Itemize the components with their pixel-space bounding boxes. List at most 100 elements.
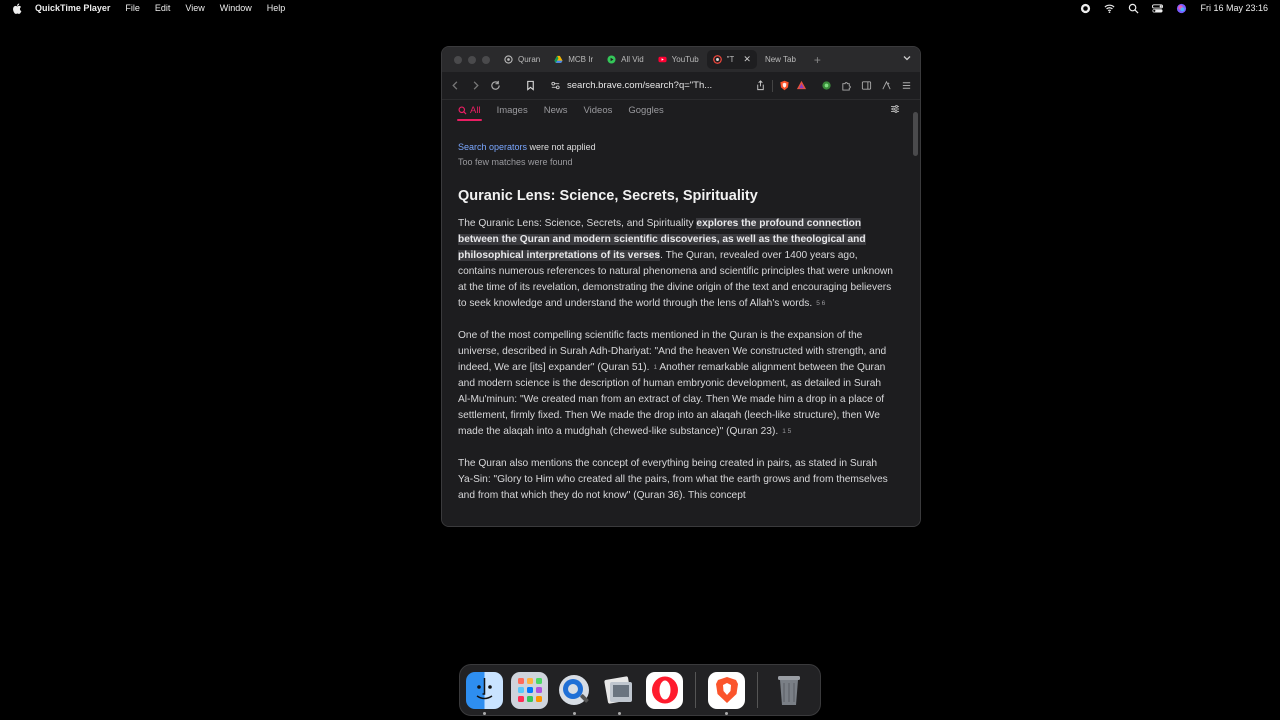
extension-green-icon[interactable] — [821, 80, 832, 91]
answer-paragraph-3: The Quran also mentions the concept of e… — [458, 458, 888, 501]
running-indicator — [483, 711, 486, 715]
spotlight-search-icon[interactable] — [1128, 3, 1139, 14]
menu-bar: QuickTime Player File Edit View Window H… — [0, 0, 1280, 16]
dock-separator — [757, 672, 758, 708]
finder-icon — [476, 677, 493, 699]
tab-mcb[interactable]: MCB Ir — [548, 50, 599, 69]
google-drive-icon — [554, 55, 563, 63]
reload-icon[interactable] — [490, 80, 501, 91]
brave-shields-icon[interactable] — [779, 80, 790, 91]
tab-label: New Tab — [764, 55, 796, 64]
tab-news[interactable]: News — [544, 105, 568, 116]
answer-text: The Quranic Lens: Science, Secrets, and … — [458, 218, 697, 229]
opera-icon — [651, 676, 678, 704]
close-tab-icon[interactable]: ✕ — [743, 54, 751, 65]
answer-paragraph-1: The Quranic Lens: Science, Secrets, and … — [458, 216, 894, 312]
dock-preview[interactable] — [601, 672, 638, 715]
brave-rewards-icon[interactable] — [796, 80, 807, 91]
launchpad-grid-icon — [517, 678, 542, 702]
apple-icon[interactable] — [12, 2, 22, 14]
bookmark-icon[interactable] — [525, 80, 536, 91]
dock-separator — [695, 672, 696, 708]
search-icon — [458, 105, 467, 115]
search-results-page: All Images News Videos Goggles Search op… — [442, 100, 920, 526]
tab-new-tab[interactable]: New Tab — [759, 50, 802, 69]
wifi-icon[interactable] — [1104, 3, 1115, 14]
ai-answer: Quranic Lens: Science, Secrets, Spiritua… — [442, 188, 920, 504]
few-matches-text: Too few matches were found — [458, 157, 573, 167]
close-window-button[interactable] — [454, 55, 462, 64]
tab-images[interactable]: Images — [497, 105, 528, 116]
tab-youtube[interactable]: YouTub — [652, 50, 705, 69]
search-operators-link[interactable]: Search operators — [458, 142, 527, 152]
quran-favicon-icon — [504, 55, 513, 64]
dock-quicktime[interactable] — [556, 672, 593, 715]
forward-arrow-icon[interactable] — [470, 80, 481, 91]
running-indicator — [573, 711, 576, 715]
menu-app-name[interactable]: QuickTime Player — [35, 3, 110, 13]
zoom-window-button[interactable] — [482, 55, 490, 64]
menu-hamburger-icon[interactable] — [901, 80, 912, 91]
tab-label: MCB Ir — [568, 55, 594, 64]
answer-title: Quranic Lens: Science, Secrets, Spiritua… — [458, 188, 758, 204]
youtube-icon — [658, 56, 667, 63]
tab-all[interactable]: All — [457, 104, 482, 121]
tab-quran[interactable]: Quran — [498, 50, 546, 69]
dock-launchpad[interactable] — [511, 671, 548, 709]
dock-brave[interactable] — [708, 671, 745, 715]
menu-file[interactable]: File — [125, 3, 140, 13]
filter-settings-icon[interactable] — [890, 104, 900, 114]
dock — [459, 664, 821, 716]
siri-icon[interactable] — [1176, 3, 1187, 14]
control-center-icon[interactable] — [1152, 3, 1164, 14]
sidebar-icon[interactable] — [861, 80, 872, 91]
menu-window[interactable]: Window — [220, 3, 252, 13]
page-scrollbar[interactable] — [913, 112, 918, 156]
quicktime-icon — [559, 674, 589, 705]
record-icon[interactable] — [1080, 3, 1091, 14]
running-indicator — [725, 711, 728, 715]
menu-edit[interactable]: Edit — [155, 3, 171, 13]
dock-finder[interactable] — [466, 671, 503, 715]
browser-toolbar: search.brave.com/search?q="Th... — [442, 72, 920, 100]
tab-all-label: All — [470, 104, 481, 116]
leo-ai-icon[interactable] — [881, 80, 892, 91]
tab-goggles[interactable]: Goggles — [628, 105, 663, 116]
tab-label: Quran — [518, 55, 541, 64]
tab-active-search[interactable]: "T ✕ — [706, 50, 757, 69]
tab-label: All Vid — [621, 55, 644, 64]
site-settings-icon[interactable] — [550, 80, 561, 91]
answer-text: Another remarkable alignment between the… — [458, 362, 886, 437]
play-favicon-icon — [607, 55, 616, 64]
brave-search-favicon-icon — [712, 55, 722, 64]
share-icon[interactable] — [755, 80, 766, 91]
citation-links[interactable]: 1 5 — [782, 428, 791, 435]
citation-links[interactable]: 5 6 — [816, 300, 825, 307]
menu-help[interactable]: Help — [267, 3, 286, 13]
back-arrow-icon[interactable] — [450, 80, 461, 91]
url-text[interactable]: search.brave.com/search?q="Th... — [567, 80, 749, 91]
extensions-puzzle-icon[interactable] — [841, 80, 852, 91]
brave-lion-icon — [715, 677, 738, 703]
browser-window: Quran MCB Ir All Vid YouTub "T ✕ New Tab… — [441, 46, 921, 527]
menubar-clock[interactable]: Fri 16 May 23:16 — [1200, 3, 1268, 13]
minimize-window-button[interactable] — [468, 55, 476, 64]
address-bar[interactable]: search.brave.com/search?q="Th... — [545, 76, 812, 96]
trash-icon — [777, 676, 800, 705]
menu-view[interactable]: View — [185, 3, 204, 13]
dock-trash[interactable] — [770, 672, 807, 709]
running-indicator — [618, 711, 621, 715]
dock-opera[interactable] — [646, 671, 683, 709]
preview-icon — [604, 675, 632, 704]
tab-all-videos[interactable]: All Vid — [601, 50, 650, 69]
new-tab-plus-icon[interactable]: + — [814, 53, 821, 67]
tab-videos[interactable]: Videos — [583, 105, 612, 116]
search-notice: Search operators were not applied Too fe… — [458, 140, 920, 170]
search-type-tabs: All Images News Videos Goggles — [442, 100, 920, 121]
tab-label: YouTub — [671, 55, 699, 64]
window-controls — [454, 55, 490, 64]
operators-notice-text: were not applied — [527, 142, 596, 152]
tab-strip: Quran MCB Ir All Vid YouTub "T ✕ New Tab… — [442, 47, 920, 72]
tab-label: "T — [726, 55, 735, 64]
chevron-down-icon[interactable] — [902, 53, 912, 63]
